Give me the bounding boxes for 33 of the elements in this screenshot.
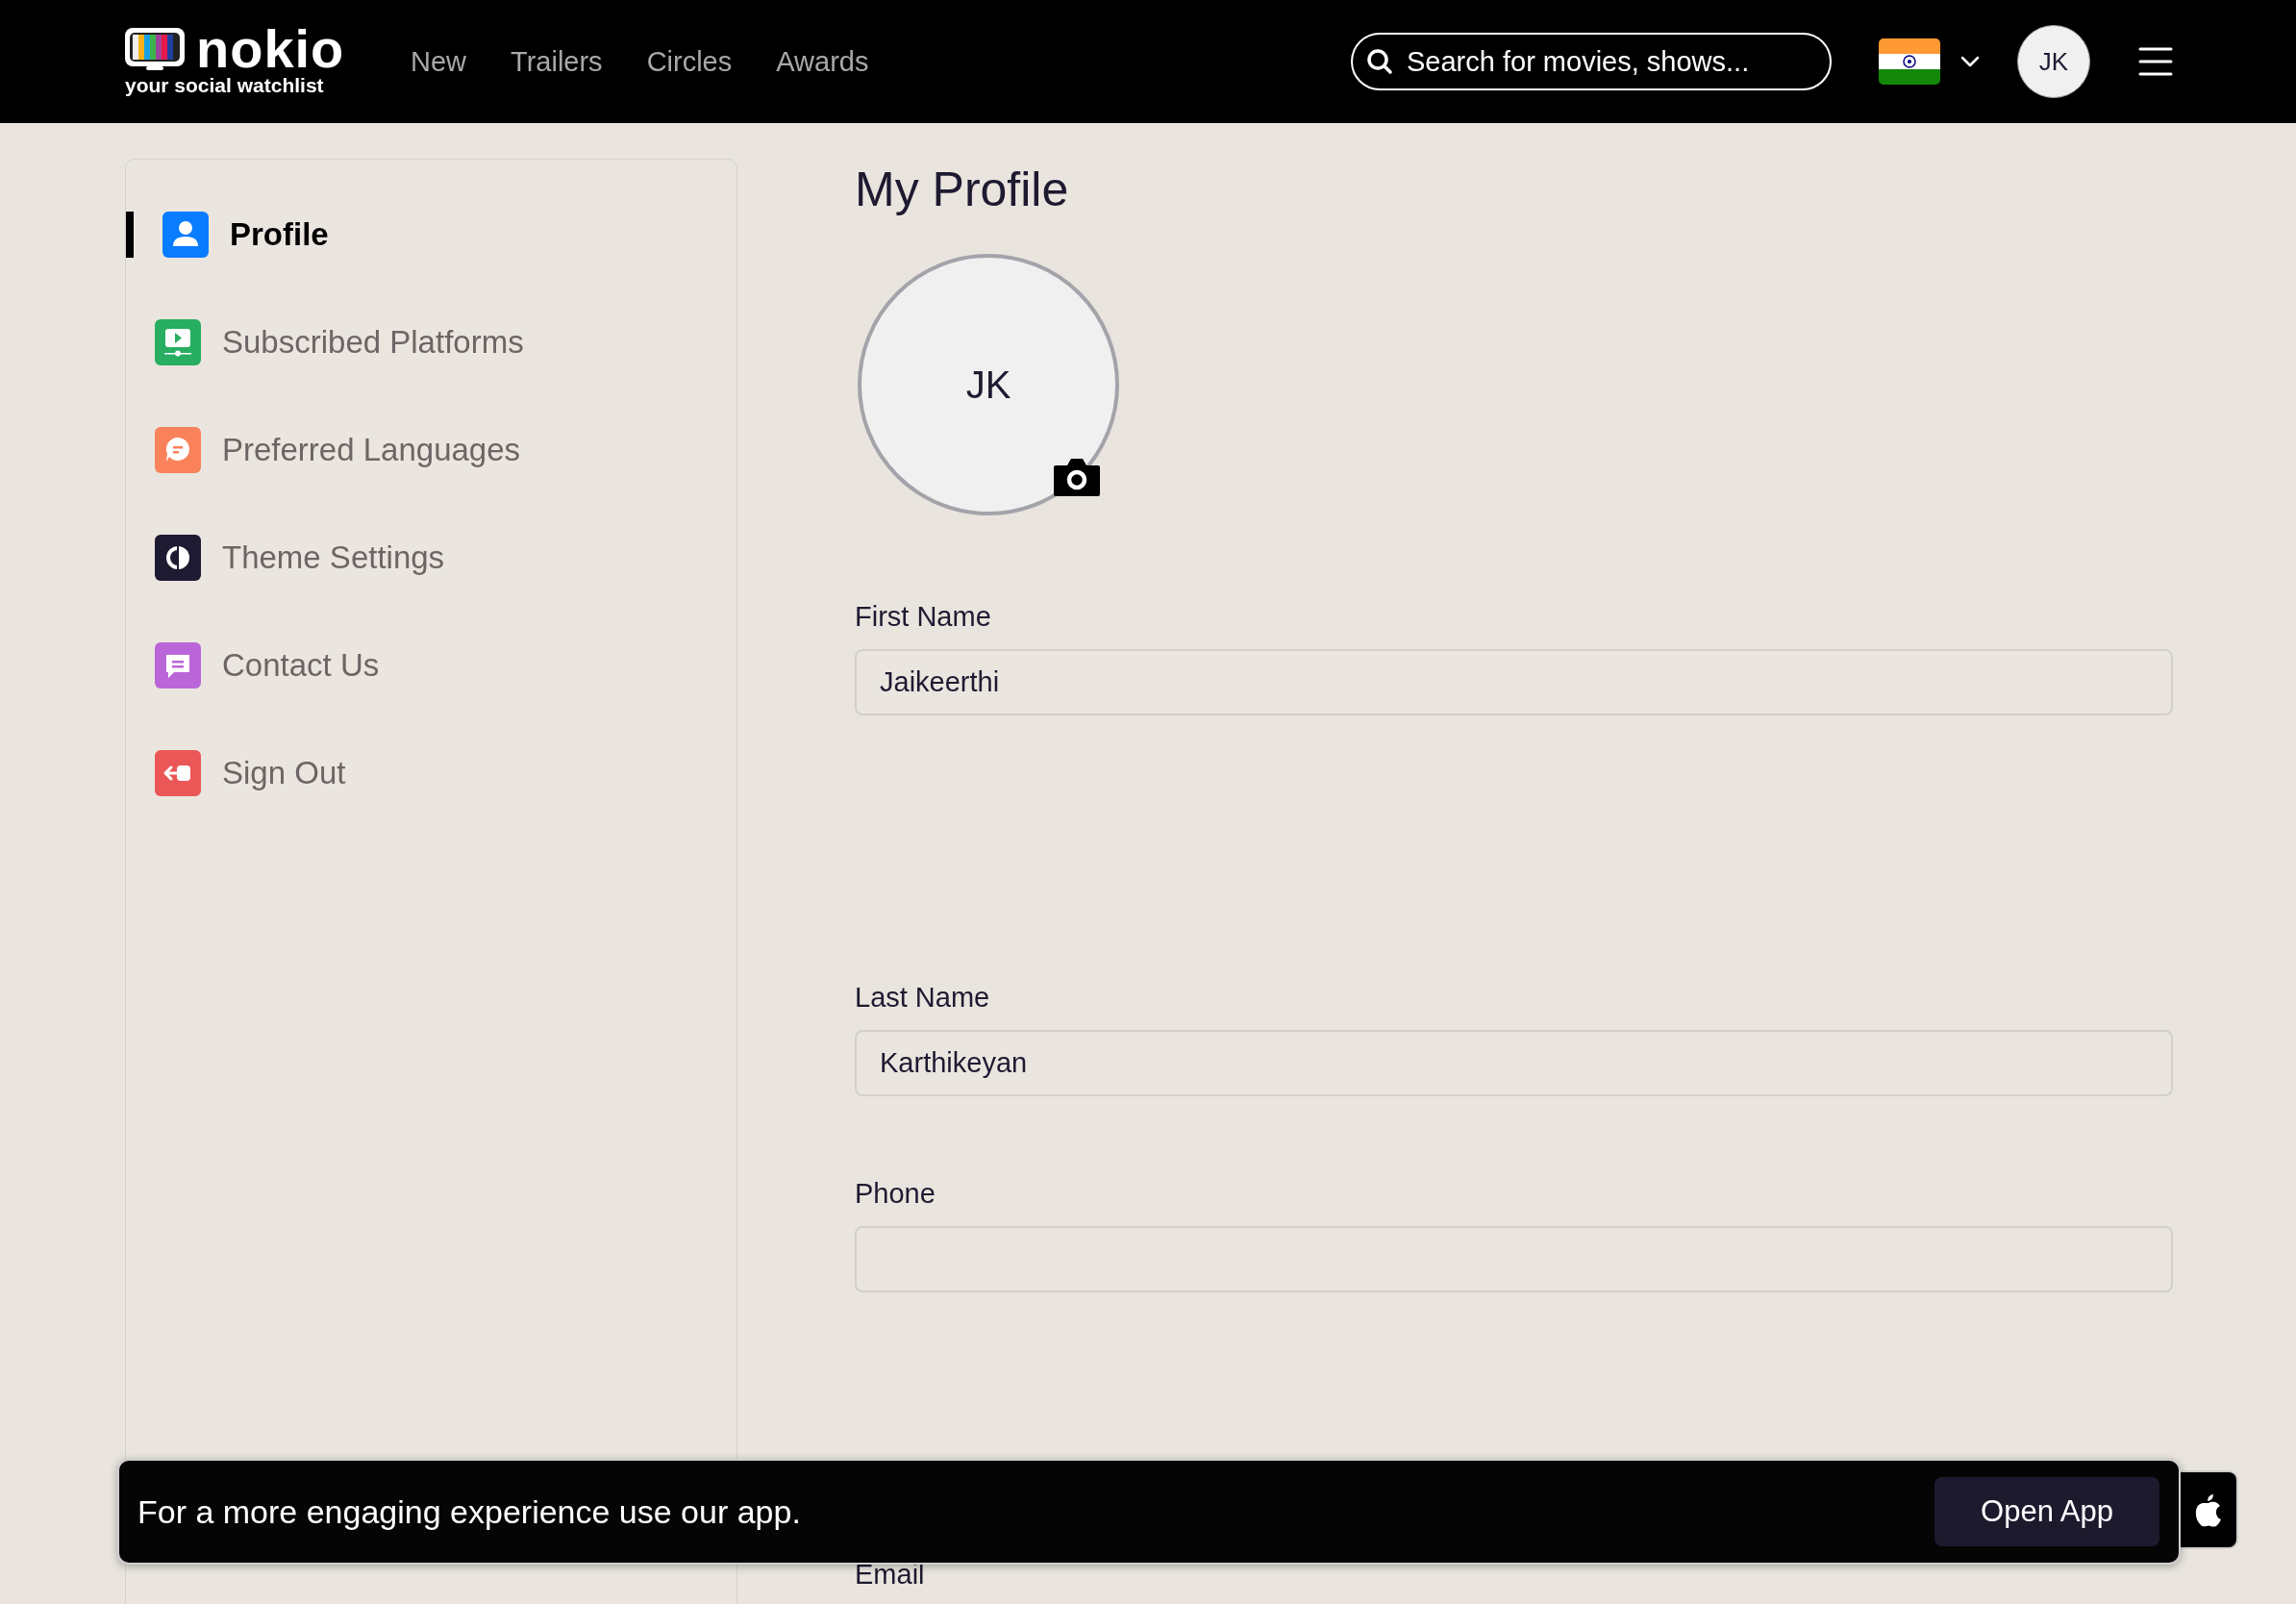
field-label: Email bbox=[855, 1558, 926, 1591]
app-store-tab[interactable] bbox=[2181, 1470, 2238, 1549]
flag-icon[interactable] bbox=[1879, 38, 1940, 85]
open-app-button[interactable]: Open App bbox=[1934, 1477, 2159, 1546]
nav-link[interactable]: Trailers bbox=[511, 45, 603, 78]
field-label: First Name bbox=[855, 600, 992, 633]
sidebar-item[interactable]: Preferred Languages bbox=[126, 396, 736, 504]
banner-message: For a more engaging experience use our app. bbox=[137, 1492, 801, 1531]
text-field[interactable]: Jaikeerthi bbox=[855, 649, 2173, 715]
nav-link[interactable]: Awards bbox=[776, 45, 869, 78]
avatar-initials: JK bbox=[965, 363, 1011, 407]
page-title: My Profile bbox=[855, 162, 1070, 218]
nav-link[interactable]: Circles bbox=[646, 45, 733, 78]
sidebar-item[interactable]: Sign Out bbox=[126, 719, 736, 827]
camera-icon[interactable] bbox=[1052, 456, 1102, 498]
search-field[interactable]: Search for movies, shows... bbox=[1351, 33, 1832, 90]
apple-icon bbox=[2194, 1492, 2223, 1527]
tv-logo-icon[interactable] bbox=[123, 26, 187, 72]
active-indicator bbox=[126, 212, 134, 258]
user-avatar[interactable]: JK bbox=[2017, 25, 2090, 98]
sidebar-item[interactable]: Contact Us bbox=[126, 612, 736, 719]
sidebar-item[interactable]: Subscribed Platforms bbox=[126, 288, 736, 396]
nav-link[interactable]: New bbox=[411, 45, 466, 78]
field-label: Phone bbox=[855, 1177, 936, 1210]
chevron-down-icon[interactable] bbox=[1959, 55, 1981, 68]
logo-wordmark[interactable]: nokio bbox=[196, 25, 345, 73]
menu-icon[interactable] bbox=[2138, 46, 2173, 77]
logo-tagline: your social watchlist bbox=[124, 73, 325, 98]
sidebar-item[interactable]: Profile bbox=[126, 181, 736, 288]
field-label: Last Name bbox=[855, 981, 991, 1014]
text-field[interactable]: Karthikeyan bbox=[855, 1030, 2173, 1096]
search-icon bbox=[1366, 48, 1393, 75]
sidebar-item[interactable]: Theme Settings bbox=[126, 504, 736, 612]
